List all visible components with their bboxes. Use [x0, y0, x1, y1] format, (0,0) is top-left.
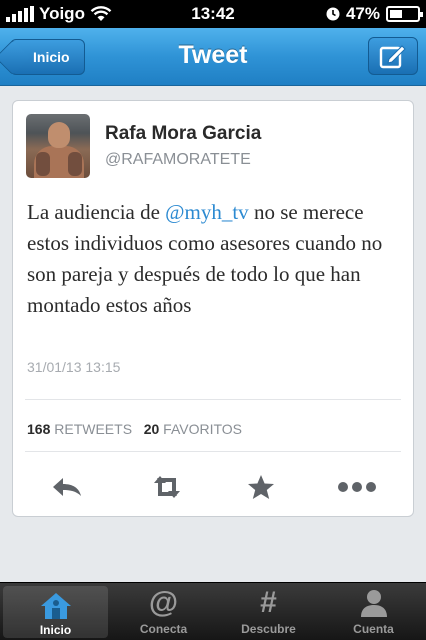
- tab-descubre[interactable]: # Descubre: [216, 583, 321, 640]
- hash-icon: #: [260, 586, 277, 619]
- tab-label: Inicio: [39, 623, 72, 637]
- back-button-label: Inicio: [33, 49, 70, 65]
- divider: [25, 451, 401, 452]
- more-button[interactable]: [337, 471, 377, 503]
- tab-label: Conecta: [139, 622, 188, 636]
- retweet-button[interactable]: [147, 471, 187, 503]
- status-bar: Yoigo 13:42 47%: [0, 0, 426, 28]
- favorite-button[interactable]: [241, 471, 281, 503]
- avatar[interactable]: [26, 114, 90, 178]
- tab-conecta[interactable]: @ Conecta: [111, 583, 216, 640]
- tab-label: Cuenta: [353, 622, 394, 636]
- mention-link[interactable]: @myh_tv: [165, 200, 249, 224]
- compose-button[interactable]: [368, 37, 418, 75]
- tab-inicio[interactable]: Inicio: [3, 586, 108, 638]
- retweets-label[interactable]: RETWEETS: [54, 421, 132, 437]
- favorites-label[interactable]: FAVORITOS: [163, 421, 242, 437]
- favorites-count[interactable]: 20: [144, 421, 160, 437]
- tweet-timestamp: 31/01/13 13:15: [27, 359, 121, 375]
- user-name[interactable]: Rafa Mora Garcia: [105, 123, 261, 145]
- tweet-actions: [13, 471, 413, 503]
- divider: [25, 399, 401, 400]
- tweet-text: La audiencia de @myh_tv no se merece est…: [27, 197, 407, 321]
- status-right: 47%: [326, 4, 423, 24]
- tweet-text-start: La audiencia de: [27, 200, 166, 224]
- retweet-icon: [154, 476, 180, 498]
- tab-label: Descubre: [241, 622, 296, 636]
- user-handle[interactable]: @RAFAMORATETE: [105, 151, 251, 169]
- more-icon: [338, 482, 376, 492]
- navigation-bar: Inicio Tweet: [0, 28, 426, 86]
- battery-percent: 47%: [345, 4, 380, 23]
- retweets-count[interactable]: 168: [27, 421, 50, 437]
- tweet-card: Rafa Mora Garcia @RAFAMORATETE La audien…: [12, 100, 414, 517]
- tab-cuenta[interactable]: Cuenta: [321, 583, 426, 640]
- reply-button[interactable]: [47, 471, 87, 503]
- person-icon: [360, 590, 387, 617]
- compose-icon: [379, 45, 406, 69]
- home-icon: [40, 593, 71, 619]
- reply-icon: [53, 478, 81, 496]
- at-icon: @: [148, 586, 179, 619]
- battery-icon: [386, 6, 423, 22]
- star-icon: [248, 475, 274, 499]
- tweet-stats: 168 RETWEETS 20 FAVORITOS: [27, 421, 242, 437]
- tab-bar: Inicio @ Conecta # Descubre Cuenta: [0, 582, 426, 640]
- clock-icon: [326, 7, 340, 21]
